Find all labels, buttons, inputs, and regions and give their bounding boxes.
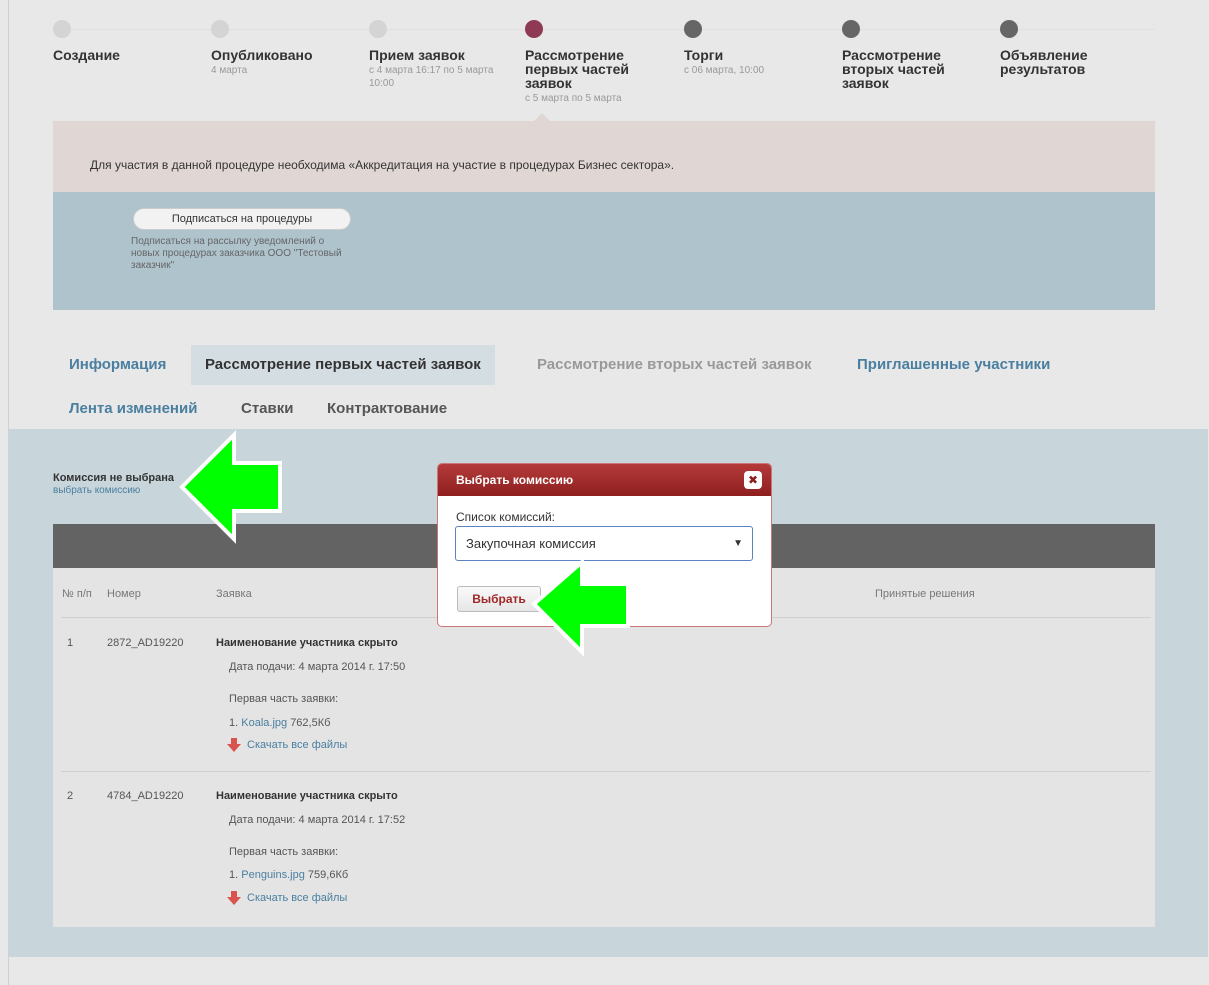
step-title: Опубликовано [211,47,313,63]
tab-contracting[interactable]: Контрактование [313,389,461,429]
download-arrow-icon [227,738,241,752]
select-button[interactable]: Выбрать [457,586,541,612]
step-dot [211,20,229,38]
step-title: Рассмотрение первых частей заявок [525,47,629,91]
active-step-caret [534,113,550,121]
col-header-code: Номер [107,588,141,600]
step-dot [525,20,543,38]
step-sub: с 06 марта, 10:00 [684,65,765,76]
step-dot [369,20,387,38]
participant-name: Наименование участника скрыто [216,637,398,649]
commission-list-label: Список комиссий: [456,510,556,524]
tab-changes-feed[interactable]: Лента изменений [55,389,211,429]
submission-date: Дата подачи: 4 марта 2014 г. 17:50 [229,661,406,673]
dialog-title: Выбрать комиссию [456,473,574,487]
commission-select[interactable]: Закупочная комиссия ▼ [455,526,753,561]
step-title: Рассмотрение вторых частей заявок [842,47,945,91]
step-dot [1000,20,1018,38]
procedure-stepper: Создание Опубликовано 4 марта Прием заяв… [0,0,1209,122]
file-link[interactable]: Koala.jpg [241,717,287,729]
step-title: Прием заявок [369,47,465,63]
row-code: 2872_AD19220 [107,637,184,649]
download-all-label: Скачать все файлы [247,891,348,904]
dropdown-arrow-icon: ▼ [733,538,743,549]
submission-date: Дата подачи: 4 марта 2014 г. 17:52 [229,814,406,826]
tab-invited-participants[interactable]: Приглашенные участники [843,345,1064,385]
step-results: Объявление результатов [1000,20,1130,78]
select-commission-dialog: Выбрать комиссию ✖ Список комиссий: Заку… [437,463,772,627]
file-index: 1. [229,717,239,729]
download-all-link[interactable]: Скачать все файлы [227,891,347,905]
step-dot [842,20,860,38]
dialog-header: Выбрать комиссию ✖ [438,464,771,496]
step-applications: Прием заявок с 4 марта 16:17 по 5 марта … [369,20,499,90]
step-dot [684,20,702,38]
commission-status: Комиссия не выбрана [53,472,175,484]
file-index: 1. [229,869,239,881]
col-header-num: № п/п [62,588,92,600]
col-header-decisions: Принятые решения [875,588,975,600]
participant-name: Наименование участника скрыто [216,790,398,802]
step-creation: Создание [53,20,193,64]
download-all-link[interactable]: Скачать все файлы [227,738,347,752]
file-entry: 1. Koala.jpg 762,5Кб [229,717,330,729]
download-arrow-icon [227,891,241,905]
step-auction: Торги с 06 марта, 10:00 [684,20,824,77]
row-number: 1 [67,637,74,649]
subscribe-button[interactable]: Подписаться на процедуры [133,208,351,230]
download-all-label: Скачать все файлы [247,738,348,751]
step-title: Торги [684,47,724,63]
row-divider [61,771,1151,772]
step-sub: с 4 марта 16:17 по 5 марта 10:00 [369,65,494,89]
step-title: Создание [53,47,120,63]
row-code: 4784_AD19220 [107,790,184,802]
first-part-label: Первая часть заявки: [229,846,339,858]
file-entry: 1. Penguins.jpg 759,6Кб [229,869,348,881]
accreditation-alert: Для участия в данной процедуре необходим… [53,121,1155,192]
step-published: Опубликовано 4 марта [211,20,351,77]
first-part-label: Первая часть заявки: [229,693,339,705]
tab-first-parts[interactable]: Рассмотрение первых частей заявок [191,345,495,385]
col-header-application: Заявка [216,588,252,600]
commission-selected-value: Закупочная комиссия [466,536,596,551]
step-sub: с 5 марта по 5 марта [525,93,622,104]
file-size: 762,5Кб [290,717,331,729]
close-icon[interactable]: ✖ [744,471,762,489]
tab-information[interactable]: Информация [55,345,180,385]
file-size: 759,6Кб [307,869,349,881]
step-sub: 4 марта [211,65,248,76]
tab-second-parts[interactable]: Рассмотрение вторых частей заявок [523,345,826,385]
step-title: Объявление результатов [1000,47,1088,77]
subscribe-panel: Подписаться на процедуры Подписаться на … [53,192,1155,310]
select-commission-link[interactable]: выбрать комиссию [53,485,140,496]
step-second-parts: Рассмотрение вторых частей заявок [842,20,982,92]
step-first-parts: Рассмотрение первых частей заявок с 5 ма… [525,20,655,105]
row-number: 2 [67,790,74,802]
alert-text: Для участия в данной процедуре необходим… [90,158,675,172]
file-link[interactable]: Penguins.jpg [241,869,305,881]
tab-bids[interactable]: Ставки [227,389,307,429]
step-dot [53,20,71,38]
subscribe-description: Подписаться на рассылку уведомлений о но… [131,236,342,271]
